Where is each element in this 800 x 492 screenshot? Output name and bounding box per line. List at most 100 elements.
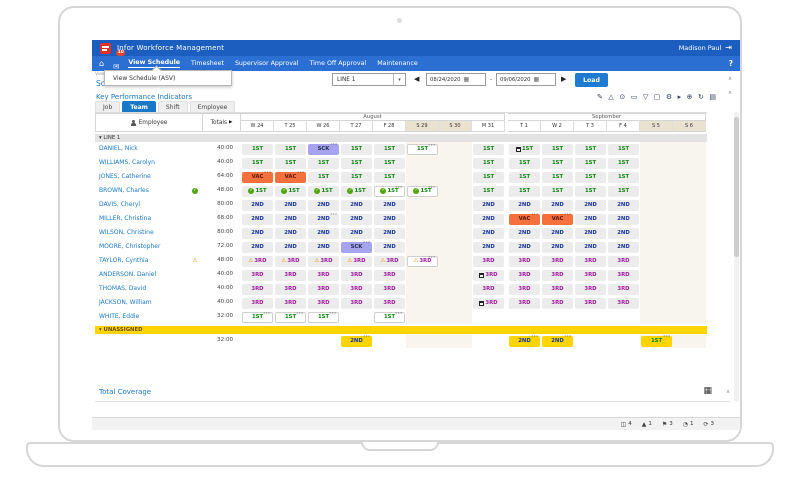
shift-cell-3rd[interactable]: 3RD: [542, 256, 573, 267]
shift-cell-3rd[interactable]: ⚠3RD: [374, 256, 405, 267]
print-icon[interactable]: ▤: [709, 93, 716, 101]
load-button[interactable]: Load: [575, 73, 608, 87]
shift-cell-3rd[interactable]: 3RD: [509, 270, 540, 281]
day-column-header[interactable]: S 5: [640, 121, 673, 132]
shift-cell-1st[interactable]: 1ST···: [242, 312, 273, 323]
shift-cell-2nd[interactable]: 2ND: [275, 242, 306, 253]
shift-cell-3rd[interactable]: 3RD: [308, 284, 339, 295]
filter-icon[interactable]: ▽: [643, 93, 648, 101]
shift-cell-3rd[interactable]: 3RD: [608, 298, 639, 309]
shift-cell-3rd[interactable]: 3RD: [473, 270, 504, 281]
shift-cell-2nd[interactable]: 2ND: [608, 214, 639, 225]
employee-name-link[interactable]: DANIEL, Nick: [95, 142, 187, 156]
target-icon[interactable]: ⊕: [687, 93, 693, 101]
shift-cell-3rd[interactable]: ⚠3RD: [242, 256, 273, 267]
day-column-header[interactable]: W 2: [541, 121, 574, 132]
previous-period-button[interactable]: ◀: [414, 75, 419, 84]
shift-cell-1st[interactable]: 1ST: [308, 172, 339, 183]
collapse-panel-icon[interactable]: ∧: [728, 76, 732, 82]
day-column-header[interactable]: W 26: [307, 121, 340, 132]
shift-cell-1st[interactable]: 1ST: [542, 144, 573, 155]
shift-cell-2nd[interactable]: 2ND: [308, 200, 339, 211]
page-icon[interactable]: ▢: [654, 93, 661, 101]
employee-name-link[interactable]: MOORE, Christopher: [95, 240, 187, 254]
shift-cell-3rd[interactable]: 3RD: [242, 284, 273, 295]
shift-cell-2nd[interactable]: 2ND: [341, 200, 372, 211]
shift-cell-3rd[interactable]: ⚠3RD: [275, 256, 306, 267]
date-from-input[interactable]: 08/24/2020 ▦: [426, 73, 486, 86]
shift-cell-1st[interactable]: 1ST: [509, 158, 540, 169]
frame-icon[interactable]: ▭: [631, 93, 638, 101]
shift-cell-1st[interactable]: 1ST: [242, 158, 273, 169]
grid-view-icon[interactable]: ▦: [703, 386, 712, 396]
shift-cell-1st[interactable]: 1ST: [542, 186, 573, 197]
shift-cell-3rd[interactable]: 3RD: [341, 284, 372, 295]
status-calendar[interactable]: ◫4: [621, 421, 632, 428]
total-coverage-link[interactable]: Total Coverage: [99, 388, 151, 396]
shift-cell-1st[interactable]: ✓1ST: [308, 186, 339, 197]
scrollbar-thumb[interactable]: [734, 117, 739, 257]
shift-cell-2nd[interactable]: 2ND···: [542, 336, 573, 347]
shift-cell-3rd[interactable]: 3RD: [308, 270, 339, 281]
shift-cell-2nd[interactable]: 2ND···: [509, 336, 540, 347]
status-alert[interactable]: ▲1: [642, 421, 652, 428]
shift-cell-2nd[interactable]: 2ND: [575, 214, 606, 225]
shift-cell-1st[interactable]: 1ST: [473, 144, 504, 155]
shift-cell-1st[interactable]: 1ST: [542, 158, 573, 169]
nav-item-timesheet[interactable]: Timesheet: [191, 60, 224, 68]
next-period-button[interactable]: ▶: [561, 75, 566, 84]
nav-item-maintenance[interactable]: Maintenance: [377, 60, 418, 68]
shift-cell-1st[interactable]: ✓1ST: [275, 186, 306, 197]
shift-cell-1st[interactable]: 1ST: [575, 158, 606, 169]
shift-cell-1st[interactable]: ✓1ST: [341, 186, 372, 197]
employee-name-link[interactable]: ANDERSON, Daniel: [95, 268, 187, 282]
refresh-icon[interactable]: ↻: [698, 93, 704, 101]
shift-cell-1st[interactable]: 1ST: [374, 172, 405, 183]
shift-cell-3rd[interactable]: 3RD: [242, 270, 273, 281]
shift-cell-3rd[interactable]: 3RD: [473, 256, 504, 267]
employee-name-link[interactable]: BROWN, Charles: [95, 184, 187, 198]
shift-cell-1st[interactable]: 1ST: [542, 172, 573, 183]
shift-cell-3rd[interactable]: 3RD: [473, 298, 504, 309]
shift-cell-sck[interactable]: SCK···: [341, 242, 372, 253]
shift-cell-1st[interactable]: 1ST: [509, 172, 540, 183]
home-icon[interactable]: ⌂: [99, 59, 104, 68]
shift-cell-3rd[interactable]: 3RD: [509, 256, 540, 267]
shift-cell-1st[interactable]: 1ST: [575, 144, 606, 155]
shift-cell-1st[interactable]: 1ST: [275, 144, 306, 155]
shift-cell-3rd[interactable]: 3RD: [275, 270, 306, 281]
shift-cell-3rd[interactable]: 3RD: [608, 256, 639, 267]
calendar-icon[interactable]: ▦: [534, 76, 540, 83]
status-clock[interactable]: ◔1: [683, 421, 694, 428]
nav-item-supervisor-approval[interactable]: Supervisor Approval: [235, 60, 299, 68]
shift-cell-1st[interactable]: 1ST: [608, 158, 639, 169]
shift-cell-3rd[interactable]: 3RD: [575, 284, 606, 295]
shift-cell-2nd[interactable]: 2ND: [473, 242, 504, 253]
shift-cell-2nd[interactable]: 2ND: [608, 200, 639, 211]
shift-cell-3rd[interactable]: 3RD: [542, 298, 573, 309]
day-column-header[interactable]: S 29: [406, 121, 439, 132]
tab-team[interactable]: Team: [122, 101, 156, 112]
shift-cell-sck[interactable]: SCK···: [308, 144, 339, 155]
shift-cell-1st[interactable]: 1ST: [509, 144, 540, 155]
shift-cell-2nd[interactable]: 2ND: [542, 242, 573, 253]
shift-cell-2nd[interactable]: 2ND: [542, 228, 573, 239]
shift-cell-2nd[interactable]: 2ND: [374, 200, 405, 211]
shift-cell-3rd[interactable]: ⚠3RD···: [407, 256, 438, 267]
day-column-header[interactable]: M 31: [472, 121, 505, 132]
shift-cell-1st[interactable]: 1ST···: [641, 336, 672, 347]
employee-name-link[interactable]: WILLIAMS, Carolyn: [95, 156, 187, 170]
shift-cell-1st[interactable]: 1ST: [374, 144, 405, 155]
collapse-grid-icon[interactable]: ∧: [728, 90, 732, 96]
cursor-icon[interactable]: ▸: [678, 93, 682, 101]
kpi-section-link[interactable]: Key Performance Indicators: [96, 93, 192, 101]
shift-cell-1st[interactable]: 1ST: [242, 144, 273, 155]
shift-cell-1st[interactable]: 1ST: [341, 158, 372, 169]
shift-cell-2nd[interactable]: 2ND: [509, 228, 540, 239]
shift-cell-1st[interactable]: 1ST···: [407, 144, 438, 155]
shift-cell-2nd[interactable]: 2ND: [473, 200, 504, 211]
employee-name-link[interactable]: THOMAS, David: [95, 282, 187, 296]
shift-cell-1st[interactable]: 1ST: [509, 186, 540, 197]
shift-cell-1st[interactable]: ✓1ST···: [407, 186, 438, 197]
shift-cell-1st[interactable]: ✓1ST: [242, 186, 273, 197]
